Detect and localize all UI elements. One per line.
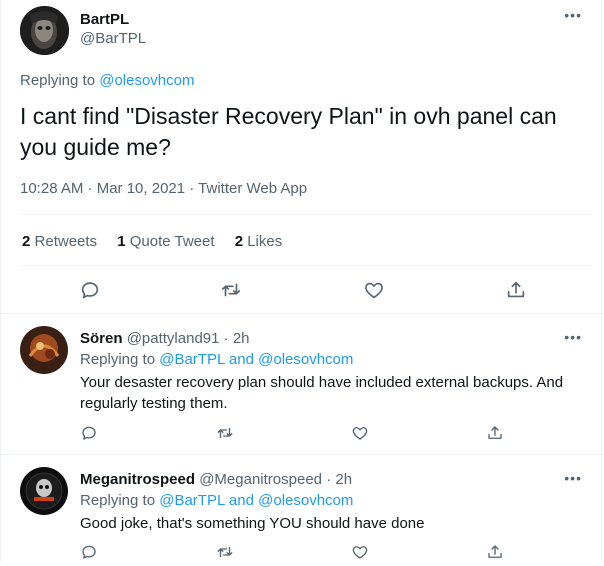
replying-to: Replying to @BarTPL and @olesovhcom bbox=[80, 492, 354, 509]
reply-icon[interactable] bbox=[80, 543, 98, 561]
replying-handle-link[interactable]: @BarTPL bbox=[159, 492, 225, 509]
author-name[interactable]: BartPL bbox=[80, 11, 146, 29]
share-icon[interactable] bbox=[505, 279, 527, 301]
tweet-stats: 2 Retweets 1 Quote Tweet 2 Likes bbox=[22, 233, 298, 250]
like-icon[interactable] bbox=[363, 279, 385, 301]
replying-handle-link[interactable]: @olesovhcom bbox=[99, 72, 194, 89]
divider bbox=[20, 214, 590, 215]
share-icon[interactable] bbox=[486, 424, 504, 442]
avatar[interactable] bbox=[20, 6, 69, 55]
replying-to: Replying to @olesovhcom bbox=[20, 72, 195, 89]
reply-author-handle[interactable]: @Meganitrospeed bbox=[199, 471, 322, 488]
avatar[interactable] bbox=[20, 467, 68, 515]
divider bbox=[0, 313, 604, 314]
tweet-header: BartPL @BarTPL ••• bbox=[0, 0, 604, 64]
reply-header: Sören @pattyland91 · 2h bbox=[80, 329, 250, 349]
author-handle[interactable]: @BarTPL bbox=[80, 29, 146, 49]
divider bbox=[0, 454, 604, 455]
like-icon[interactable] bbox=[351, 543, 369, 561]
reply-time[interactable]: · 2h bbox=[326, 471, 352, 488]
reply-time[interactable]: · 2h bbox=[224, 330, 250, 347]
reply-text: Good joke, that's something YOU should h… bbox=[80, 515, 425, 532]
like-icon[interactable] bbox=[351, 424, 369, 442]
divider bbox=[20, 265, 590, 266]
reply-author-name[interactable]: Sören bbox=[80, 330, 123, 347]
retweet-icon[interactable] bbox=[216, 543, 234, 561]
more-options-icon[interactable]: ••• bbox=[564, 470, 582, 486]
main-tweet: BartPL @BarTPL ••• Replying to @olesovhc… bbox=[0, 0, 604, 314]
retweet-icon[interactable] bbox=[216, 424, 234, 442]
reply-author-name[interactable]: Meganitrospeed bbox=[80, 471, 195, 488]
share-icon[interactable] bbox=[486, 543, 504, 561]
author-info: BartPL @BarTPL bbox=[80, 11, 146, 49]
replying-handle-link[interactable]: @olesovhcom bbox=[258, 351, 353, 368]
replying-to: Replying to @BarTPL and @olesovhcom bbox=[80, 351, 354, 368]
reply-icon[interactable] bbox=[79, 279, 101, 301]
more-options-icon[interactable]: ••• bbox=[564, 329, 582, 345]
reply-header: Meganitrospeed @Meganitrospeed · 2h bbox=[80, 470, 352, 490]
replying-handle-link[interactable]: @BarTPL bbox=[159, 351, 225, 368]
reply-icon[interactable] bbox=[80, 424, 98, 442]
quote-tweets-stat[interactable]: 1 Quote Tweet bbox=[117, 233, 214, 250]
likes-stat[interactable]: 2 Likes bbox=[235, 233, 283, 250]
more-options-icon[interactable]: ••• bbox=[564, 7, 582, 23]
reply-author-handle[interactable]: @pattyland91 bbox=[127, 330, 220, 347]
tweet-metadata[interactable]: 10:28 AM · Mar 10, 2021 · Twitter Web Ap… bbox=[20, 180, 307, 197]
replying-handle-link[interactable]: @olesovhcom bbox=[258, 492, 353, 509]
reply-text: Your desaster recovery plan should have … bbox=[80, 374, 564, 412]
retweet-icon[interactable] bbox=[220, 279, 242, 301]
retweets-stat[interactable]: 2 Retweets bbox=[22, 233, 97, 250]
avatar[interactable] bbox=[20, 326, 68, 374]
replying-prefix: Replying to bbox=[20, 72, 96, 89]
tweet-text: I cant find "Disaster Recovery Plan" in … bbox=[20, 103, 557, 160]
